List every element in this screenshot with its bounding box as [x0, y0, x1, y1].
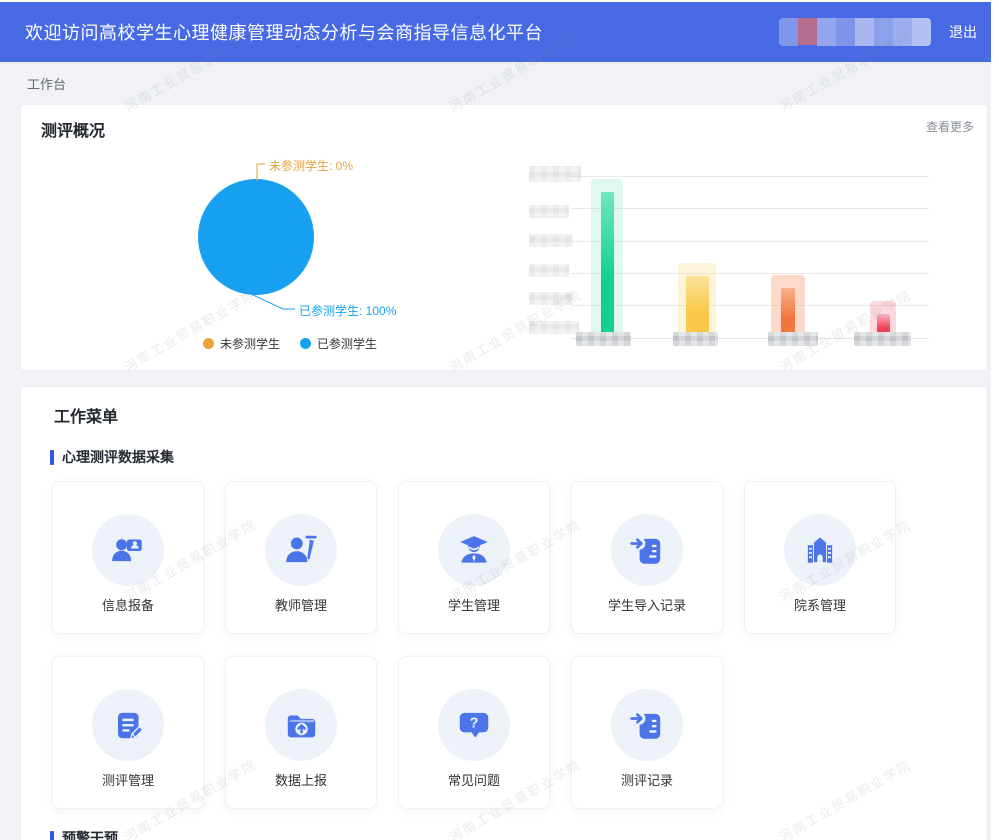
legend-item-untested[interactable]: 未参测学生	[203, 335, 280, 352]
censored-block	[893, 18, 912, 46]
graduate-icon	[438, 514, 510, 586]
person-idcard-icon	[92, 514, 164, 586]
card-label: 测评管理	[101, 773, 154, 788]
teacher-icon	[265, 514, 337, 586]
card-label: 数据上报	[274, 773, 327, 788]
censored-x-category-label	[768, 332, 818, 346]
bar-chart	[526, 156, 986, 361]
censored-y-tick-label	[529, 205, 569, 218]
section-psych-data: 心理测评数据采集	[50, 447, 174, 467]
section-accent-bar	[50, 830, 54, 840]
legend-dot-untested	[203, 338, 214, 349]
pie-label-tested: 已参测学生: 100%	[299, 304, 397, 318]
card-label: 教师管理	[274, 598, 327, 613]
folder-upload-icon	[265, 689, 337, 761]
card-student-import-records[interactable]: 学生导入记录	[571, 481, 723, 634]
censored-y-tick-label	[529, 292, 573, 305]
bar-series-1	[686, 276, 709, 338]
card-label: 学生管理	[447, 598, 500, 613]
scrollbar-track[interactable]	[991, 0, 999, 840]
doc-edit-icon	[92, 689, 164, 761]
censored-block	[836, 18, 855, 46]
pie-legend: 未参测学生 已参测学生	[203, 335, 377, 352]
censored-y-tick-label	[529, 321, 579, 334]
card-department-mgmt[interactable]: 院系管理	[744, 481, 896, 634]
card-label: 常见问题	[447, 773, 500, 788]
overview-title: 测评概况	[41, 123, 106, 140]
card-assessment-records[interactable]: 测评记录	[571, 656, 723, 809]
top-strip	[0, 0, 999, 2]
building-icon	[784, 514, 856, 586]
card-teacher-mgmt[interactable]: 教师管理	[225, 481, 377, 634]
pie-label-untested: 未参测学生: 0%	[269, 159, 354, 173]
censored-x-category-label	[576, 332, 631, 346]
page-title: 欢迎访问高校学生心理健康管理动态分析与会商指导信息化平台	[25, 23, 543, 43]
censored-block	[874, 18, 893, 46]
bar-gridline	[571, 273, 929, 274]
section-label-text: 预警干预	[62, 830, 118, 840]
card-label: 测评记录	[620, 773, 673, 788]
card-data-report[interactable]: 数据上报	[225, 656, 377, 809]
card-faq[interactable]: ? 常见问题	[398, 656, 550, 809]
question-bubble-icon: ?	[438, 689, 510, 761]
legend-label: 未参测学生	[220, 337, 281, 351]
censored-block	[855, 18, 874, 46]
menu-card-row-1: 信息报备 教师管理 学生管理 学生导入记录 院系管理	[52, 481, 896, 634]
censored-x-category-label	[673, 332, 718, 346]
legend-dot-tested	[300, 338, 312, 349]
import-doc-icon	[611, 514, 683, 586]
view-more-link[interactable]: 查看更多	[926, 118, 974, 135]
app-header: 欢迎访问高校学生心理健康管理动态分析与会商指导信息化平台 退出	[0, 2, 991, 62]
svg-text:?: ?	[469, 716, 478, 732]
section-label-text: 心理测评数据采集	[62, 449, 174, 465]
section-next-partial: 预警干预	[50, 828, 118, 840]
menu-title: 工作菜单	[54, 409, 119, 426]
bar-gridline	[571, 241, 929, 242]
censored-y-tick-label	[529, 234, 573, 247]
section-accent-bar	[50, 449, 54, 465]
menu-panel: 工作菜单 心理测评数据采集 信息报备 教师管理 学生管理 学生导入记录 院系管理…	[20, 386, 988, 840]
bar-series-0	[601, 192, 614, 338]
censored-y-tick-label	[529, 166, 581, 182]
card-label: 学生导入记录	[607, 598, 686, 613]
bar-gridline	[571, 208, 929, 209]
censored-block	[912, 18, 931, 46]
breadcrumb[interactable]: 工作台	[27, 74, 66, 93]
card-assessment-mgmt[interactable]: 测评管理	[52, 656, 204, 809]
bar-gridline	[571, 176, 929, 177]
card-label: 信息报备	[101, 598, 154, 613]
pie-leader-tested	[250, 293, 295, 310]
censored-avatar-block	[798, 18, 817, 45]
menu-card-row-2: 测评管理 数据上报 ? 常见问题 测评记录	[52, 656, 723, 809]
legend-label: 已参测学生	[317, 337, 378, 351]
pie-circle	[198, 179, 314, 295]
screen: 欢迎访问高校学生心理健康管理动态分析与会商指导信息化平台 退出 工作台 测评概况…	[0, 0, 999, 840]
overview-panel: 测评概况 查看更多 未参测学生: 0% 已参测学生: 100% 未参测学生 已参…	[20, 104, 988, 371]
card-label: 院系管理	[793, 598, 846, 613]
bar-series-2	[781, 288, 795, 338]
card-info-report[interactable]: 信息报备	[52, 481, 204, 634]
censored-x-category-label	[854, 332, 911, 346]
censored-user-info	[779, 18, 931, 46]
censored-block	[817, 18, 836, 46]
import-doc-icon	[611, 689, 683, 761]
logout-button[interactable]: 退出	[949, 22, 977, 42]
legend-item-tested[interactable]: 已参测学生	[300, 335, 377, 352]
card-student-mgmt[interactable]: 学生管理	[398, 481, 550, 634]
censored-y-tick-label	[529, 264, 569, 277]
censored-block	[779, 18, 798, 46]
